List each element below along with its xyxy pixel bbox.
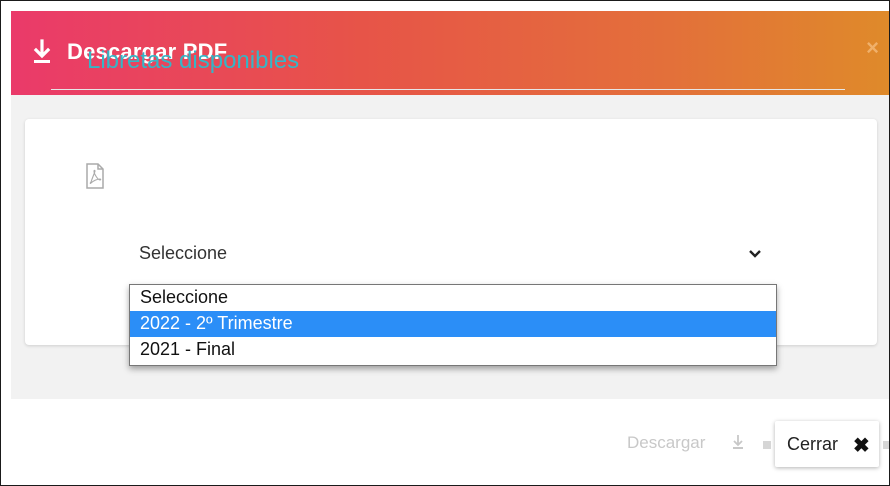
select-option-label: Seleccione [140,287,229,307]
modal-dialog: Descargar PDF × Libretas disponibles Sel… [0,0,890,486]
download-icon [33,39,51,63]
select-value: Seleccione [139,243,228,263]
select-option-label: 2022 - 2º Trimestre [140,313,293,333]
select-option-label: 2021 - Final [140,339,236,359]
libreta-select[interactable]: Seleccione [129,231,775,279]
select-option[interactable]: Seleccione [130,285,776,311]
select-dropdown-list: Seleccione 2022 - 2º Trimestre 2021 - Fi… [129,284,777,366]
pdf-file-icon [86,163,104,189]
close-button[interactable]: Cerrar ✖ [775,421,879,467]
close-icon: ✖ [853,435,870,457]
panel-divider [51,89,845,90]
select-option[interactable]: 2021 - Final [130,337,776,363]
panel-title: Libretas disponibles [87,47,300,74]
select-option-highlighted[interactable]: 2022 - 2º Trimestre [130,311,776,337]
download-button[interactable]: Descargar [627,433,705,453]
close-icon[interactable]: × [866,35,879,61]
modal-footer: Descargar Cerrar ✖ [11,399,889,485]
decorative-dot [763,441,771,449]
chevron-down-icon [749,250,761,258]
close-button-label: Cerrar [787,434,839,454]
download-icon [733,435,743,449]
decorative-dot [883,441,889,449]
